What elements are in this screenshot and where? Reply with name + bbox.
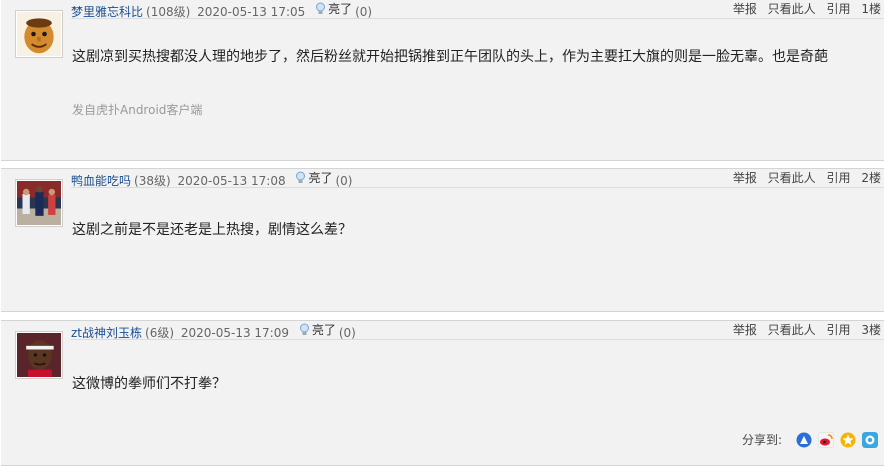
light-up-button[interactable]: 亮了 (295, 169, 332, 187)
quote-link[interactable]: 引用 (827, 323, 851, 337)
meta-divider (71, 339, 884, 340)
quote-link[interactable]: 引用 (827, 2, 851, 16)
avatar-photo-icon (17, 333, 61, 377)
post-ops: 举报 只看此人 引用 1楼 (726, 0, 881, 18)
light-count: (0) (355, 5, 373, 19)
post-content: 这微博的拳师们不打拳？ (72, 376, 226, 392)
tieba-share-icon[interactable] (796, 432, 812, 448)
post-content: 这剧之前是不是还老是上热搜，剧情这么差？ (72, 222, 352, 238)
user-level: (108级) (146, 5, 191, 19)
post-floor-2: 鸭血能吃吗 (38级) 2020-05-13 17:08 亮了 (0) 举报 只看… (1, 168, 884, 312)
user-level: (38级) (134, 174, 171, 188)
quote-link[interactable]: 引用 (827, 171, 851, 185)
light-label: 亮了 (311, 323, 336, 337)
only-this-user-link[interactable]: 只看此人 (768, 171, 816, 185)
qq-share-icon[interactable] (862, 431, 878, 448)
report-link[interactable]: 举报 (733, 323, 757, 337)
post-ops: 举报 只看此人 引用 3楼 (726, 321, 881, 339)
lightbulb-icon (296, 171, 306, 183)
device-source: 发自虎扑Android客户端 (72, 103, 203, 117)
report-link[interactable]: 举报 (733, 171, 757, 185)
share-bar: 分享到: (742, 431, 878, 448)
post-time: 2020-05-13 17:08 (177, 174, 286, 188)
light-up-button[interactable]: 亮了 (315, 0, 352, 18)
post-ops: 举报 只看此人 引用 2楼 (726, 169, 881, 187)
lightbulb-icon (299, 323, 309, 335)
light-count: (0) (335, 174, 353, 188)
avatar-cartoon-face-icon (17, 12, 61, 56)
light-label: 亮了 (328, 2, 353, 16)
avatar[interactable] (15, 331, 63, 379)
post-time: 2020-05-13 17:05 (197, 5, 306, 19)
light-count: (0) (338, 326, 356, 340)
only-this-user-link[interactable]: 只看此人 (768, 323, 816, 337)
light-up-button[interactable]: 亮了 (299, 321, 336, 339)
lightbulb-icon (316, 2, 326, 14)
qzone-share-icon[interactable] (840, 432, 856, 448)
username-link[interactable]: zt战神刘玉栋 (71, 326, 142, 340)
share-label: 分享到: (741, 433, 782, 447)
username-link[interactable]: 鸭血能吃吗 (71, 174, 131, 188)
user-level: (6级) (145, 326, 175, 340)
avatar-photo-icon (17, 181, 61, 225)
avatar[interactable] (15, 179, 63, 227)
light-label: 亮了 (308, 171, 333, 185)
avatar[interactable] (15, 10, 63, 58)
post-time: 2020-05-13 17:09 (180, 326, 289, 340)
floor-number: 3楼 (861, 323, 881, 337)
meta-divider (71, 187, 884, 188)
meta-divider (71, 18, 884, 19)
floor-number: 1楼 (861, 2, 881, 16)
floor-number: 2楼 (861, 171, 881, 185)
post-content: 这剧凉到买热搜都没人理的地步了，然后粉丝就开始把锅推到正午团队的头上，作为主要扛… (72, 49, 828, 65)
post-floor-1: 梦里雅忘科比 (108级) 2020-05-13 17:05 亮了 (0) 举报 … (1, 0, 884, 161)
weibo-share-icon[interactable] (818, 431, 834, 448)
post-floor-3: zt战神刘玉栋 (6级) 2020-05-13 17:09 亮了 (0) 举报 只… (1, 320, 884, 466)
report-link[interactable]: 举报 (733, 2, 757, 16)
username-link[interactable]: 梦里雅忘科比 (71, 5, 143, 19)
only-this-user-link[interactable]: 只看此人 (768, 2, 816, 16)
